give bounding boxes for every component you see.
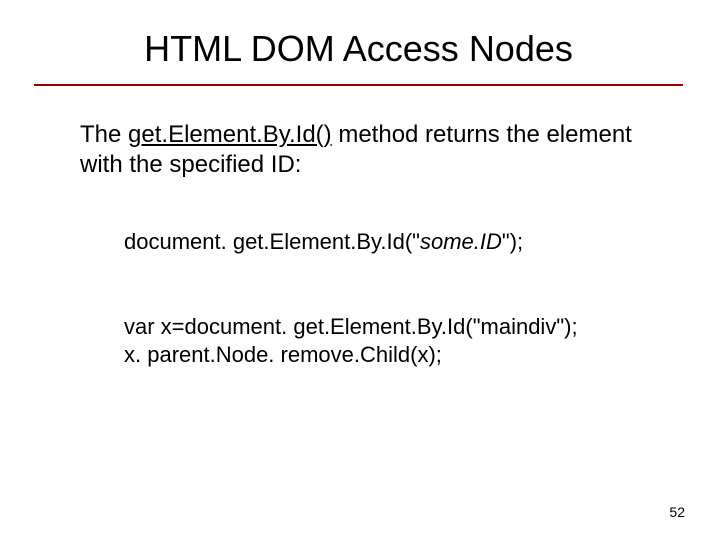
slide-container: HTML DOM Access Nodes The get.Element.By… <box>0 0 717 538</box>
code2-line2: x. parent.Node. remove.Child(x); <box>124 342 442 367</box>
code1-suffix: "); <box>502 229 523 254</box>
code-example-2: var x=document. get.Element.By.Id("maind… <box>124 313 677 370</box>
code2-line1: var x=document. get.Element.By.Id("maind… <box>124 314 578 339</box>
body-paragraph: The get.Element.By.Id() method returns t… <box>80 120 677 180</box>
paragraph-prefix: The <box>80 121 128 148</box>
code1-param: some.ID <box>420 229 502 254</box>
slide-title: HTML DOM Access Nodes <box>0 28 717 84</box>
code1-prefix: document. get.Element.By.Id(" <box>124 229 420 254</box>
code-example-1: document. get.Element.By.Id("some.ID"); <box>124 228 677 257</box>
method-name-underlined: get.Element.By.Id() <box>128 121 332 148</box>
page-number: 52 <box>669 504 685 520</box>
slide-content: The get.Element.By.Id() method returns t… <box>0 86 717 370</box>
